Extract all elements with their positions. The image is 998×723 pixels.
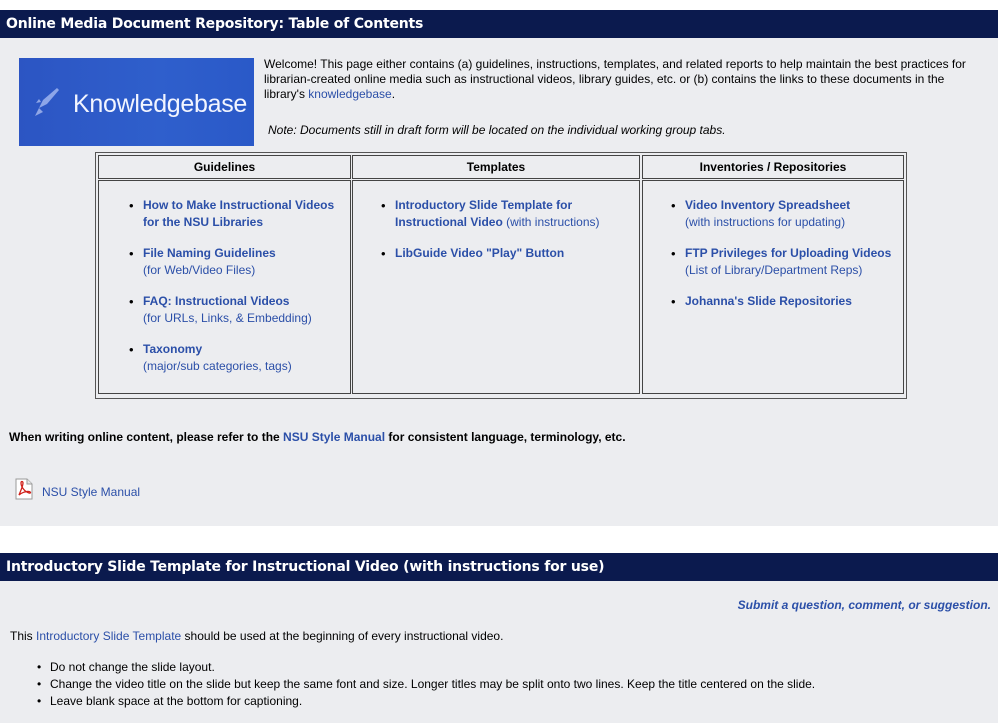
list-item: Change the video title on the slide but … bbox=[37, 676, 815, 693]
section-header-toc: Online Media Document Repository: Table … bbox=[0, 10, 998, 38]
toc-panel: Online Media Document Repository: Table … bbox=[0, 10, 998, 526]
refer-before: When writing online content, please refe… bbox=[9, 430, 284, 444]
item-link[interactable]: LibGuide Video "Play" Button bbox=[395, 246, 564, 260]
item-link[interactable]: File Naming Guidelines bbox=[143, 246, 276, 260]
column-templates: Introductory Slide Template for Instruct… bbox=[352, 180, 640, 394]
column-inventories: Video Inventory Spreadsheet (with instruc… bbox=[642, 180, 904, 394]
instructions-list: Do not change the slide layout. Change t… bbox=[37, 659, 815, 710]
item-link[interactable]: Video Inventory Spreadsheet bbox=[685, 198, 850, 212]
intro-after: should be used at the beginning of every… bbox=[181, 629, 504, 643]
item-subtext: (List of Library/Department Reps) bbox=[685, 263, 863, 277]
toc-table: Guidelines Templates Inventories / Repos… bbox=[95, 152, 907, 399]
welcome-after: . bbox=[391, 87, 396, 101]
slide-template-panel: Introductory Slide Template for Instruct… bbox=[0, 553, 998, 723]
intro-text: This Introductory Slide Template should … bbox=[10, 629, 503, 643]
knowledgebase-banner[interactable]: Knowledgebase bbox=[19, 58, 254, 146]
column-header-templates: Templates bbox=[352, 155, 640, 179]
list-item[interactable]: Johanna's Slide Repositories bbox=[671, 293, 899, 310]
item-link[interactable]: FAQ: Instructional Videos bbox=[143, 294, 289, 308]
style-manual-note: When writing online content, please refe… bbox=[9, 430, 626, 444]
intro-slide-template-link[interactable]: Introductory Slide Template bbox=[36, 629, 181, 643]
item-subtext: (with instructions for updating) bbox=[685, 215, 846, 229]
style-manual-inline-link[interactable]: NSU Style Manual bbox=[283, 430, 385, 444]
rocket-icon bbox=[35, 88, 59, 116]
list-item[interactable]: FTP Privileges for Uploading Videos (List… bbox=[671, 245, 899, 279]
item-subtext: (for Web/Video Files) bbox=[143, 263, 256, 277]
refer-after: for consistent language, terminology, et… bbox=[385, 430, 626, 444]
knowledgebase-link[interactable]: knowledgebase bbox=[308, 87, 391, 101]
list-item[interactable]: Video Inventory Spreadsheet (with instruc… bbox=[671, 197, 899, 231]
item-link[interactable]: FTP Privileges for Uploading Videos bbox=[685, 246, 891, 260]
list-item[interactable]: Introductory Slide Template for Instruct… bbox=[381, 197, 631, 231]
column-guidelines: How to Make Instructional Videos for the… bbox=[98, 180, 351, 394]
item-subtext: (major/sub categories, tags) bbox=[143, 359, 292, 373]
column-header-inventories: Inventories / Repositories bbox=[642, 155, 904, 179]
pdf-file-icon[interactable] bbox=[14, 478, 34, 500]
list-item[interactable]: LibGuide Video "Play" Button bbox=[381, 245, 631, 262]
list-item[interactable]: Taxonomy (major/sub categories, tags) bbox=[129, 341, 344, 375]
nsu-style-manual-link[interactable]: NSU Style Manual bbox=[42, 485, 140, 499]
item-link[interactable]: Taxonomy bbox=[143, 342, 202, 356]
welcome-text: Welcome! This page either contains (a) g… bbox=[264, 57, 979, 102]
intro-before: This bbox=[10, 629, 37, 643]
list-item[interactable]: File Naming Guidelines (for Web/Video Fil… bbox=[129, 245, 344, 279]
section-header-slide-template: Introductory Slide Template for Instruct… bbox=[0, 553, 998, 581]
list-item[interactable]: FAQ: Instructional Videos (for URLs, Link… bbox=[129, 293, 344, 327]
item-link[interactable]: Johanna's Slide Repositories bbox=[685, 294, 852, 308]
column-header-guidelines: Guidelines bbox=[98, 155, 351, 179]
submit-feedback-link[interactable]: Submit a question, comment, or suggestio… bbox=[738, 598, 991, 612]
draft-note: Note: Documents still in draft form will… bbox=[268, 123, 726, 137]
list-item: Do not change the slide layout. bbox=[37, 659, 815, 676]
item-link[interactable]: How to Make Instructional Videos for the… bbox=[143, 198, 334, 229]
list-item[interactable]: How to Make Instructional Videos for the… bbox=[129, 197, 344, 231]
item-subtext: (with instructions) bbox=[502, 215, 600, 229]
banner-label: Knowledgebase bbox=[73, 90, 248, 118]
item-subtext: (for URLs, Links, & Embedding) bbox=[143, 311, 312, 325]
list-item: Leave blank space at the bottom for capt… bbox=[37, 693, 815, 710]
